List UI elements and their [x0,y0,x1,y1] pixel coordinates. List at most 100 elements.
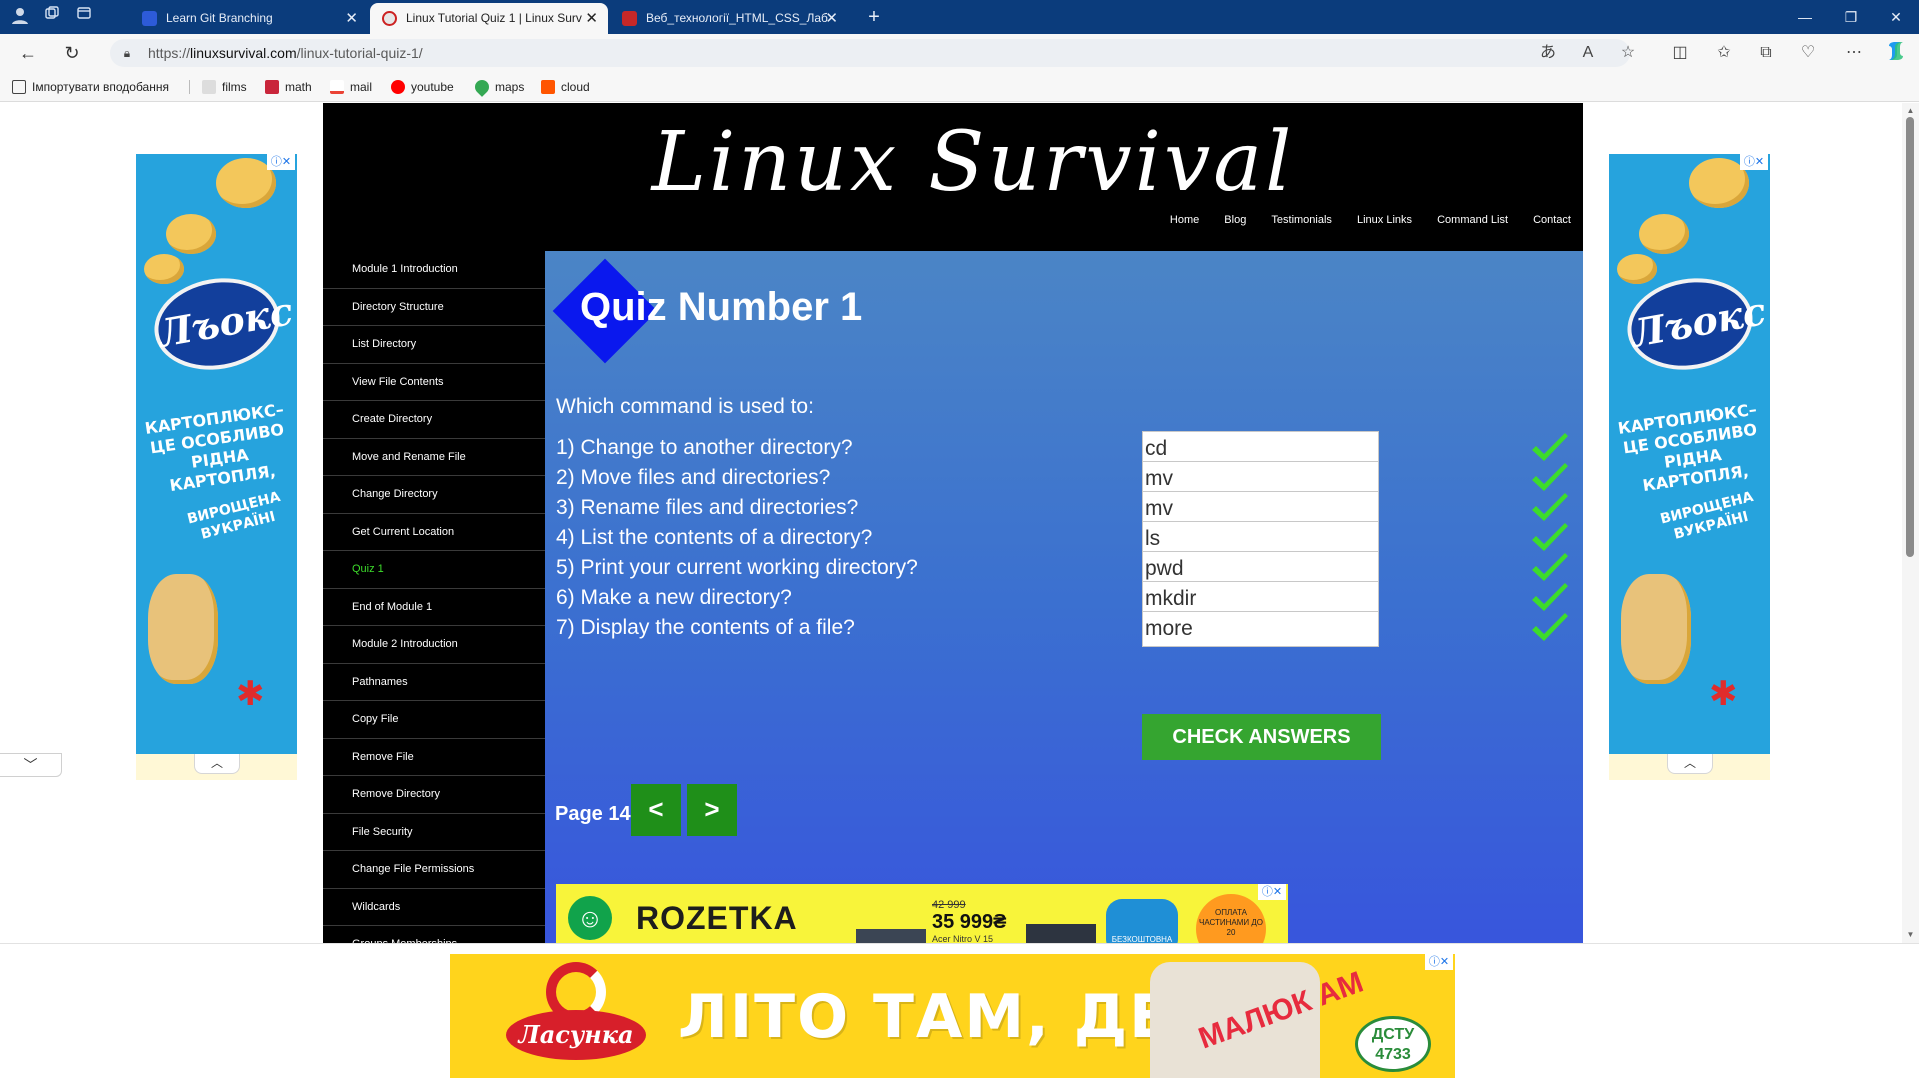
sidebar-item-move-and-rename-file[interactable]: Move and Rename File [323,439,545,476]
previous-page-button[interactable]: < [631,784,681,836]
favorites-icon[interactable]: ✩ [1710,40,1738,66]
translate-icon[interactable]: あ [1534,40,1562,66]
sidebar-item-remove-directory[interactable]: Remove Directory [323,776,545,814]
answer-input[interactable] [1142,611,1379,647]
sidebar-item-groups-memberships[interactable]: Groups Memberships [323,926,545,943]
collections-icon[interactable]: ⧉ [1752,40,1780,66]
sidebar-item-remove-file[interactable]: Remove File [323,739,545,776]
bookmark-math[interactable]: math [265,72,312,102]
laptop-image [1026,924,1096,943]
certification-badge: ДСТУ 4733 [1355,1016,1431,1072]
chevron-down-icon[interactable]: ﹀ [0,753,62,777]
bookmark-maps[interactable]: maps [472,72,524,102]
chevron-up-icon[interactable]: ︿ [1667,754,1713,774]
nav-linux-links[interactable]: Linux Links [1357,210,1412,230]
films-icon [202,80,216,94]
tab-favicon [142,11,157,26]
check-answers-button[interactable]: CHECK ANSWERS [1142,714,1381,760]
tab-linux-quiz[interactable]: Linux Tutorial Quiz 1 | Linux Surv ✕ [370,3,608,34]
sidebar-item-list-directory[interactable]: List Directory [323,326,545,364]
nav-command-list[interactable]: Command List [1437,210,1508,230]
lasunka-banner-ad[interactable]: Ласунка ЛІТО ТАМ, ДЕ МАЛЮК АМ ДСТУ 4733 … [450,954,1455,1078]
tab-learn-git-branching[interactable]: Learn Git Branching ✕ [130,3,368,34]
profile-icon[interactable] [8,5,32,29]
browser-essentials-icon[interactable]: ♡ [1794,40,1822,66]
nav-contact[interactable]: Contact [1533,210,1571,230]
chip-image [1639,214,1689,254]
copilot-icon[interactable] [1882,40,1910,66]
right-side-ad[interactable]: Лъокс КАРТОПЛЮКС– ЦЕ ОСОБЛИВО РІДНА КАРТ… [1609,154,1770,754]
sidebar-item-module-2-introduction[interactable]: Module 2 Introduction [323,626,545,664]
sidebar-item-quiz-1[interactable]: Quiz 1 [323,551,545,589]
favorite-star-icon[interactable]: ☆ [1614,40,1642,66]
page-scrollbar[interactable]: ▲ ▼ [1902,103,1919,943]
refresh-button[interactable]: ↻ [58,40,86,66]
read-aloud-icon[interactable]: A [1574,40,1602,66]
close-icon[interactable]: ✕ [585,3,598,34]
lock-icon[interactable]: 🔒︎ [118,44,136,62]
sidebar-item-file-security[interactable]: File Security [323,814,545,851]
tab-title: Learn Git Branching [166,11,273,25]
sidebar-item-end-of-module-1[interactable]: End of Module 1 [323,589,545,626]
sidebar-item-change-file-permissions[interactable]: Change File Permissions [323,851,545,889]
bookmark-youtube[interactable]: youtube [391,72,454,102]
browser-tab-bar: Learn Git Branching ✕ Linux Tutorial Qui… [0,0,1919,34]
ad-brand: ROZETKA [636,900,798,936]
sidebar-item-change-directory[interactable]: Change Directory [323,476,545,514]
chevron-up-icon[interactable]: ︿ [194,754,240,774]
adchoices-icon[interactable]: ⓘ✕ [1258,884,1286,900]
pdf-icon [622,11,637,26]
maps-icon [472,77,492,97]
math-icon [265,80,279,94]
adchoices-icon[interactable]: ⓘ✕ [1740,154,1768,170]
address-bar[interactable]: 🔒︎ https://linuxsurvival.com/linux-tutor… [110,39,1630,67]
back-button[interactable]: ← [14,40,42,66]
sidebar-item-copy-file[interactable]: Copy File [323,701,545,739]
sidebar-item-view-file-contents[interactable]: View File Contents [323,364,545,401]
sidebar-item-pathnames[interactable]: Pathnames [323,664,545,701]
left-side-ad[interactable]: Лъокс КАРТОПЛЮКС– ЦЕ ОСОБЛИВО РІДНА КАРТ… [136,154,297,754]
adchoices-icon[interactable]: ⓘ✕ [1425,954,1453,970]
tab-favicon [382,11,397,26]
ad-headline: ЛІТО ТАМ, ДЕ [678,982,1173,1052]
sidebar-item-get-current-location[interactable]: Get Current Location [323,514,545,551]
workspaces-icon[interactable] [40,5,64,29]
close-icon[interactable]: ✕ [825,3,838,34]
ad-price: 35 999₴ [932,911,1007,933]
restore-button[interactable]: ❐ [1828,0,1874,34]
scroll-down-icon[interactable]: ▼ [1905,929,1916,941]
next-page-button[interactable]: > [687,784,737,836]
url-text[interactable]: https://linuxsurvival.com/linux-tutorial… [148,39,423,67]
sidebar-item-wildcards[interactable]: Wildcards [323,889,545,926]
site-logo[interactable]: Linux Survival [613,113,1333,213]
tab-web-technologies[interactable]: Веб_технології_HTML_CSS_Лаб ✕ [610,3,848,34]
rozetka-banner-ad[interactable]: ☺ ROZETKA 42 999 35 999₴ Acer Nitro V 15… [556,884,1288,943]
page-title: Quiz Number 1 [580,285,863,329]
nav-testimonials[interactable]: Testimonials [1271,210,1332,230]
bookmark-films[interactable]: films [202,72,247,102]
quiz-content: Quiz Number 1 Which command is used to: … [545,251,1583,943]
nav-home[interactable]: Home [1170,210,1199,230]
minimize-button[interactable]: — [1782,0,1828,34]
sidebar-item-directory-structure[interactable]: Directory Structure [323,289,545,326]
ad-slogan-2: ВИРОЩЕНА ВУКРАЇНІ [1658,488,1755,543]
bookmark-import[interactable]: Імпортувати вподобання [12,72,169,102]
adchoices-icon[interactable]: ⓘ✕ [267,154,295,170]
sidebar-item-module-1-introduction[interactable]: Module 1 Introduction [323,251,545,289]
more-menu-icon[interactable]: ⋯ [1840,40,1868,66]
bookmark-cloud[interactable]: cloud [541,72,590,102]
page-viewport: Лъокс КАРТОПЛЮКС– ЦЕ ОСОБЛИВО РІДНА КАРТ… [0,103,1919,1079]
bottom-sticky-ad-bar: Ласунка ЛІТО ТАМ, ДЕ МАЛЮК АМ ДСТУ 4733 … [0,943,1919,1079]
split-screen-icon[interactable]: ◫ [1666,40,1694,66]
sidebar-item-create-directory[interactable]: Create Directory [323,401,545,439]
close-icon[interactable]: ✕ [345,3,358,34]
tab-actions-icon[interactable] [72,5,96,29]
laptop-image [856,929,926,943]
scroll-up-icon[interactable]: ▲ [1905,105,1916,117]
nav-blog[interactable]: Blog [1224,210,1246,230]
new-tab-button[interactable]: + [860,3,888,31]
bookmark-mail[interactable]: mail [330,72,372,102]
scrollbar-thumb[interactable] [1906,117,1914,557]
close-window-button[interactable]: ✕ [1873,0,1919,34]
question-text: 2) Move files and directories? [556,466,831,489]
